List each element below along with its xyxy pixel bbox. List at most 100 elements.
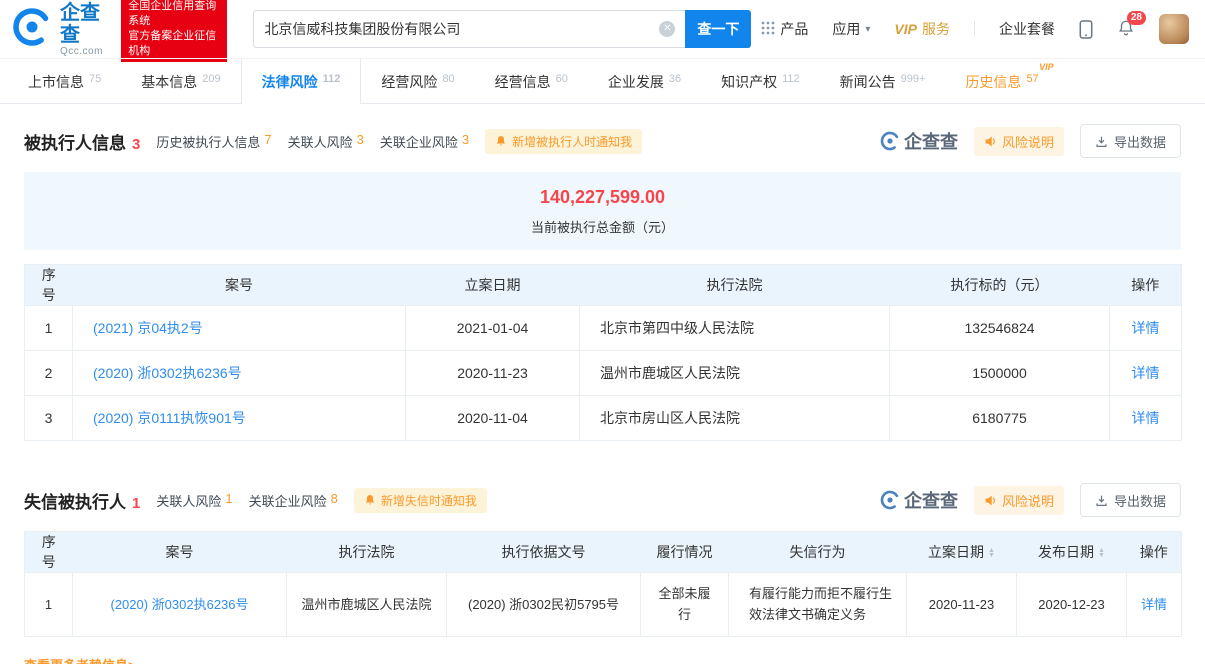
tab-business-risk[interactable]: 经营风险 80	[361, 59, 474, 104]
qcc-logo-icon[interactable]	[12, 7, 52, 52]
executed-table-row: 3 (2020) 京0111执恢901号 2020-11-04 北京市房山区人民…	[25, 396, 1182, 441]
risk-explanation-button[interactable]: 风险说明	[974, 127, 1064, 156]
case-link[interactable]: (2021) 京04执2号	[93, 320, 203, 336]
col-header-doc-no: 执行依据文号	[447, 532, 641, 573]
nav-product[interactable]: 产品	[761, 19, 808, 39]
tab-intellectual-property[interactable]: 知识产权 112	[701, 59, 820, 104]
cell-case-no: (2021) 京04执2号	[73, 306, 406, 351]
tab-business-info[interactable]: 经营信息 60	[475, 59, 588, 104]
section-header-right: 企查查 风险说明 导出数据	[880, 483, 1181, 517]
link-related-person-risk[interactable]: 关联人风险 1	[156, 491, 232, 510]
grid-icon	[761, 21, 775, 38]
cell-doc-no: (2020) 浙0302民初5795号	[447, 573, 641, 637]
col-header-publish-date[interactable]: 发布日期▲▼	[1017, 532, 1127, 573]
notifications-bell[interactable]: 28	[1117, 19, 1135, 40]
tab-count: 57	[1026, 73, 1038, 85]
nav-vip-service[interactable]: VIP 服务	[894, 19, 950, 39]
section-title-text: 失信被执行人	[24, 488, 126, 513]
tab-count: 209	[202, 73, 220, 85]
tab-basic-info[interactable]: 基本信息 209	[121, 59, 240, 104]
vip-tag: VIP	[1039, 62, 1054, 72]
dishonest-persons-section: 失信被执行人 1 关联人风险 1 关联企业风险 8 新增失信时通知我 企查查	[24, 483, 1181, 664]
cell-behavior: 有履行能力而拒不履行生效法律文书确定义务	[729, 573, 907, 637]
gov-badge-line2: 官方备案企业征信机构	[128, 29, 220, 59]
cell-action: 详情	[1127, 573, 1182, 637]
gov-badge-line1: 全国企业信用查询系统	[128, 0, 220, 29]
tab-listed-info[interactable]: 上市信息 75	[8, 59, 121, 104]
link-history-executed[interactable]: 历史被执行人信息 7	[156, 132, 271, 151]
col-header-performance: 履行情况	[641, 532, 729, 573]
cell-court: 温州市鹿城区人民法院	[287, 573, 447, 637]
detail-link[interactable]: 详情	[1132, 365, 1160, 381]
cell-filing-date: 2020-11-23	[907, 573, 1017, 637]
speaker-icon	[984, 135, 997, 148]
tab-label: 知识产权	[721, 72, 777, 92]
cell-action: 详情	[1110, 396, 1182, 441]
tab-enterprise-development[interactable]: 企业发展 36	[588, 59, 701, 104]
link-related-company-risk[interactable]: 关联企业风险 3	[380, 132, 469, 151]
col-header-court: 执行法院	[580, 265, 890, 306]
mobile-app-icon[interactable]	[1079, 20, 1093, 39]
cell-action: 详情	[1110, 351, 1182, 396]
tab-history-info[interactable]: 历史信息 57 VIP	[945, 59, 1058, 104]
tab-label: 历史信息	[965, 72, 1021, 92]
logo-area: 企查查 Qcc.com 全国企业信用查询系统 官方备案企业征信机构	[12, 0, 227, 62]
export-data-button[interactable]: 导出数据	[1080, 483, 1181, 517]
cell-case-no: (2020) 京0111执恢901号	[73, 396, 406, 441]
bell-icon	[495, 135, 507, 147]
clear-icon[interactable]: ✕	[659, 21, 675, 37]
detail-link[interactable]: 详情	[1141, 597, 1167, 612]
cell-filing-date: 2021-01-04	[406, 306, 580, 351]
sort-icon[interactable]: ▲▼	[988, 548, 995, 558]
tab-count: 999+	[901, 73, 926, 85]
tab-count: 75	[89, 73, 101, 85]
nav-enterprise-package[interactable]: 企业套餐	[999, 19, 1055, 39]
search-input[interactable]	[264, 21, 659, 37]
sort-icon[interactable]: ▲▼	[1098, 548, 1105, 558]
user-avatar[interactable]	[1159, 14, 1189, 44]
view-more-link[interactable]: 查看更多老赖信息>	[24, 655, 136, 664]
link-related-company-risk[interactable]: 关联企业风险 8	[249, 491, 338, 510]
col-header-filing-date: 立案日期	[406, 265, 580, 306]
cell-case-no: (2020) 浙0302执6236号	[73, 351, 406, 396]
detail-link[interactable]: 详情	[1132, 410, 1160, 426]
cell-action: 详情	[1110, 306, 1182, 351]
cell-court: 温州市鹿城区人民法院	[580, 351, 890, 396]
tab-label: 经营信息	[495, 72, 551, 92]
link-related-person-risk[interactable]: 关联人风险 3	[288, 132, 364, 151]
col-header-action: 操作	[1110, 265, 1182, 306]
case-link[interactable]: (2020) 浙0302执6236号	[110, 597, 248, 612]
cell-amount: 6180775	[890, 396, 1110, 441]
notify-me-button[interactable]: 新增被执行人时通知我	[485, 129, 642, 154]
case-link[interactable]: (2020) 京0111执恢901号	[93, 410, 246, 426]
main-content: 被执行人信息 3 历史被执行人信息 7 关联人风险 3 关联企业风险 3 新增被…	[0, 124, 1205, 664]
cell-court: 北京市第四中级人民法院	[580, 306, 890, 351]
logo-text[interactable]: 企查查 Qcc.com	[60, 2, 110, 57]
qcc-watermark-icon	[880, 490, 900, 510]
col-header-index: 序号	[25, 265, 73, 306]
tab-legal-risk[interactable]: 法律风险 112	[241, 59, 362, 104]
risk-explanation-button[interactable]: 风险说明	[974, 486, 1064, 515]
cell-amount: 1500000	[890, 351, 1110, 396]
section-header-right: 企查查 风险说明 导出数据	[880, 124, 1181, 158]
export-data-button[interactable]: 导出数据	[1080, 124, 1181, 158]
col-header-case-no: 案号	[73, 532, 287, 573]
col-header-court: 执行法院	[287, 532, 447, 573]
topbar: 企查查 Qcc.com 全国企业信用查询系统 官方备案企业征信机构 ✕ 查一下 …	[0, 0, 1205, 58]
tab-count: 60	[556, 73, 568, 85]
download-icon	[1095, 494, 1108, 507]
col-header-filing-date[interactable]: 立案日期▲▼	[907, 532, 1017, 573]
notify-me-button[interactable]: 新增失信时通知我	[354, 488, 487, 513]
case-link[interactable]: (2020) 浙0302执6236号	[93, 365, 242, 381]
executed-total-label: 当前被执行总金额（元）	[24, 217, 1181, 236]
cell-filing-date: 2020-11-04	[406, 396, 580, 441]
search-area: ✕ 查一下	[253, 10, 751, 48]
section-count: 3	[132, 136, 140, 153]
search-button[interactable]: 查一下	[685, 10, 751, 48]
nav-app[interactable]: 应用 ▾	[832, 19, 870, 39]
detail-link[interactable]: 详情	[1132, 320, 1160, 336]
tab-news-announcements[interactable]: 新闻公告 999+	[820, 59, 946, 104]
executed-section-header: 被执行人信息 3 历史被执行人信息 7 关联人风险 3 关联企业风险 3 新增被…	[24, 124, 1181, 158]
tab-count: 36	[669, 73, 681, 85]
download-icon	[1095, 135, 1108, 148]
